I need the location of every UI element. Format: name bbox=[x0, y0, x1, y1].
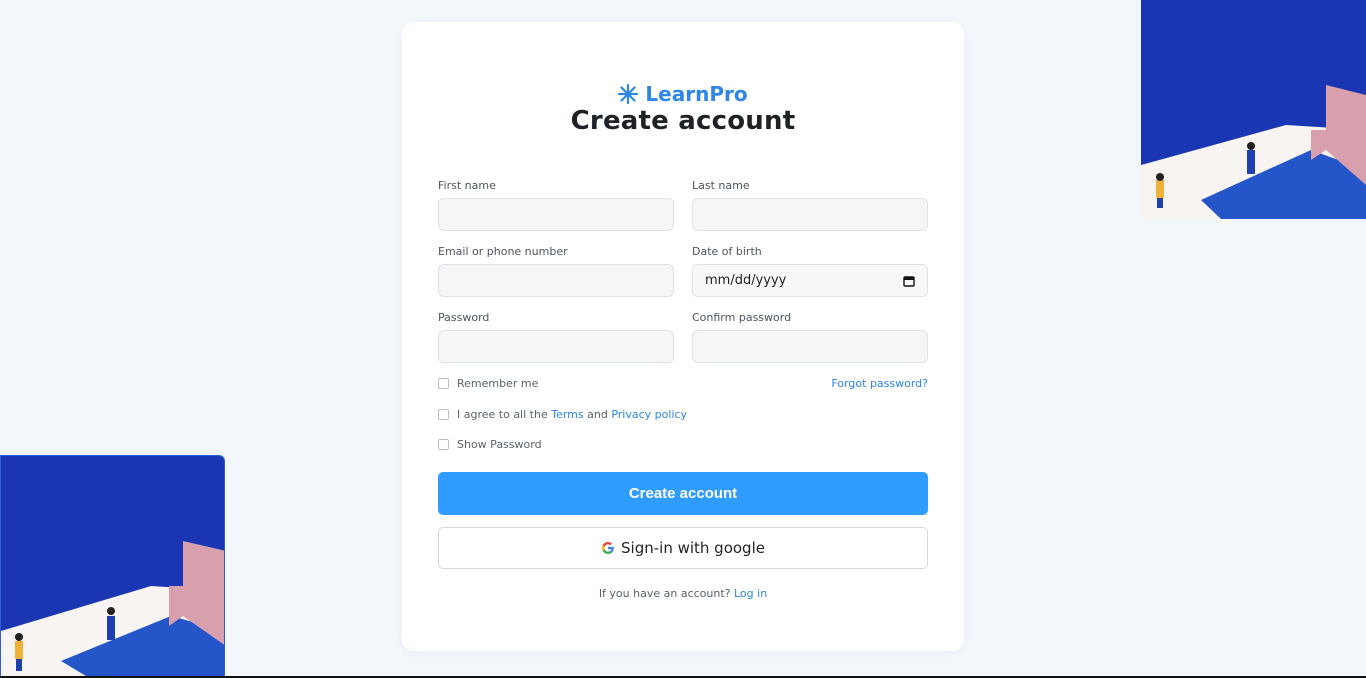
first-name-input[interactable] bbox=[438, 198, 674, 231]
brand-name: LearnPro bbox=[645, 82, 748, 106]
signup-card: LearnPro Create account First name Last … bbox=[402, 22, 964, 651]
password-input[interactable] bbox=[438, 330, 674, 363]
remember-me-checkbox[interactable] bbox=[438, 378, 449, 389]
email-group: Email or phone number bbox=[438, 245, 674, 297]
show-password-label: Show Password bbox=[457, 438, 542, 451]
dob-input[interactable]: mm/dd/yyyy bbox=[692, 264, 928, 297]
illustration-top-right bbox=[1141, 0, 1366, 219]
illustration-bottom-left bbox=[0, 455, 225, 678]
dob-label: Date of birth bbox=[692, 245, 762, 258]
terms-link[interactable]: Terms bbox=[551, 408, 583, 421]
show-password-checkbox[interactable] bbox=[438, 439, 449, 450]
google-signin-button[interactable]: Sign-in with google bbox=[438, 527, 928, 569]
last-name-group: Last name bbox=[692, 179, 928, 231]
agree-terms-checkbox[interactable] bbox=[438, 409, 449, 420]
agree-and: and bbox=[587, 408, 608, 421]
google-icon bbox=[602, 542, 614, 554]
agree-terms-row: I agree to all the Terms and Privacy pol… bbox=[438, 408, 687, 421]
asterisk-logo-icon bbox=[618, 84, 639, 104]
last-name-input[interactable] bbox=[692, 198, 928, 231]
last-name-label: Last name bbox=[692, 179, 750, 192]
first-name-label: First name bbox=[438, 179, 496, 192]
remember-me-label: Remember me bbox=[457, 377, 539, 390]
forgot-password-link[interactable]: Forgot password? bbox=[831, 377, 928, 390]
remember-me-row: Remember me bbox=[438, 377, 538, 390]
email-label: Email or phone number bbox=[438, 245, 568, 258]
confirm-password-input[interactable] bbox=[692, 330, 928, 363]
google-signin-label: Sign-in with google bbox=[621, 539, 765, 557]
password-group: Password bbox=[438, 311, 674, 363]
dob-placeholder: mm/dd/yyyy bbox=[705, 273, 787, 288]
create-account-button[interactable]: Create account bbox=[438, 472, 928, 515]
agree-terms-label: I agree to all the Terms and Privacy pol… bbox=[457, 408, 687, 421]
confirm-password-label: Confirm password bbox=[692, 311, 792, 324]
confirm-password-group: Confirm password bbox=[692, 311, 928, 363]
show-password-row: Show Password bbox=[438, 438, 542, 451]
agree-prefix: I agree to all the bbox=[457, 408, 548, 421]
calendar-icon[interactable] bbox=[903, 275, 915, 287]
login-prompt: If you have an account? Log in bbox=[402, 587, 964, 600]
login-link[interactable]: Log in bbox=[734, 587, 767, 600]
page-title: Create account bbox=[570, 106, 796, 136]
login-prompt-text: If you have an account? bbox=[598, 587, 731, 600]
brand: LearnPro bbox=[402, 82, 964, 106]
email-input[interactable] bbox=[438, 264, 674, 297]
dob-group: Date of birth mm/dd/yyyy bbox=[692, 245, 928, 297]
password-label: Password bbox=[438, 311, 490, 324]
first-name-group: First name bbox=[438, 179, 674, 231]
privacy-policy-link[interactable]: Privacy policy bbox=[611, 408, 687, 421]
